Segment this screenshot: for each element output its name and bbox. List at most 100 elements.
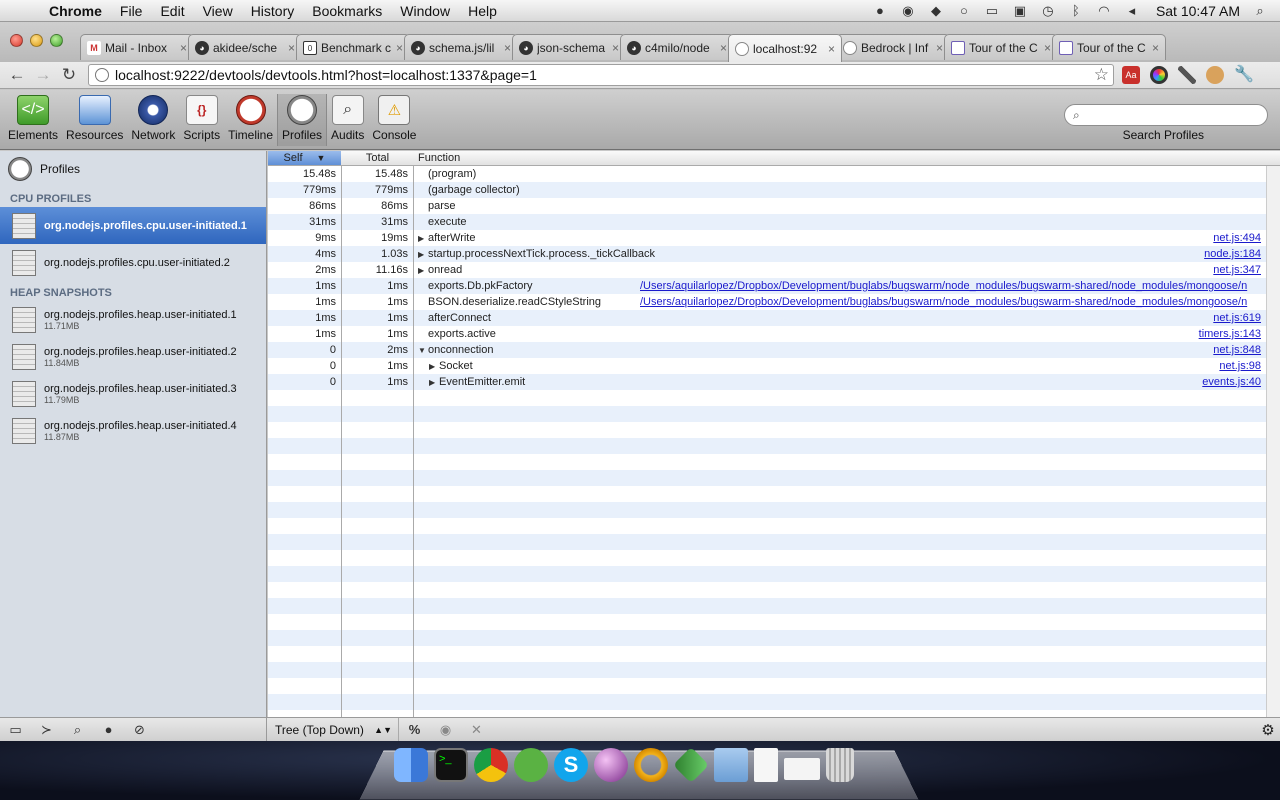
table-row[interactable]: 1ms 1ms afterConnect net.js:619 bbox=[268, 310, 1266, 326]
disclosure-triangle-icon[interactable]: ▶ bbox=[418, 263, 428, 279]
tab-close-icon[interactable]: × bbox=[828, 42, 835, 56]
window-close-button[interactable] bbox=[10, 34, 23, 47]
table-row[interactable]: 9ms 19ms ▶ afterWrite net.js:494 bbox=[268, 230, 1266, 246]
browser-tab[interactable]: Tour of the C × bbox=[1052, 34, 1166, 60]
browser-tab[interactable]: ◕ c4milo/node × bbox=[620, 34, 734, 60]
panel-scripts-button[interactable]: {} Scripts bbox=[179, 94, 224, 146]
wifi-icon[interactable]: ◠ bbox=[1096, 3, 1112, 18]
panel-console-button[interactable]: ⚠ Console bbox=[368, 94, 420, 146]
browser-tab[interactable]: localhost:92 × bbox=[728, 34, 842, 62]
disclosure-triangle-icon[interactable]: ▶ bbox=[418, 247, 428, 263]
browser-tab[interactable]: ◕ schema.js/lil × bbox=[404, 34, 518, 60]
cpu-profile-item[interactable]: org.nodejs.profiles.cpu.user-initiated.1 bbox=[0, 207, 266, 244]
blank-window-icon[interactable] bbox=[784, 758, 820, 780]
grid-vertical-scrollbar[interactable] bbox=[1266, 166, 1280, 717]
tab-close-icon[interactable]: × bbox=[936, 41, 943, 55]
volume-icon[interactable]: ◂ bbox=[1124, 3, 1140, 18]
menu-chrome[interactable]: Chrome bbox=[40, 3, 111, 19]
column-header-total[interactable]: Total bbox=[342, 152, 413, 164]
heap-snapshot-item[interactable]: org.nodejs.profiles.heap.user-initiated.… bbox=[0, 338, 266, 375]
console-toggle-icon[interactable]: ≻ bbox=[31, 719, 62, 741]
tab-close-icon[interactable]: × bbox=[180, 41, 187, 55]
focus-eye-icon[interactable]: ◉ bbox=[430, 719, 461, 741]
menu-bookmarks[interactable]: Bookmarks bbox=[303, 3, 391, 19]
address-url[interactable]: localhost:9222/devtools/devtools.html?ho… bbox=[115, 67, 1094, 83]
dock-toggle-icon[interactable]: ▭ bbox=[0, 719, 31, 741]
source-link[interactable]: net.js:848 bbox=[1213, 342, 1261, 358]
skype-icon[interactable]: S bbox=[554, 748, 588, 782]
table-row[interactable]: 2ms 11.16s ▶ onread net.js:347 bbox=[268, 262, 1266, 278]
menu-view[interactable]: View bbox=[194, 3, 242, 19]
display-icon[interactable]: ▣ bbox=[1012, 3, 1028, 18]
source-link[interactable]: events.js:40 bbox=[1202, 374, 1261, 390]
percent-toggle-button[interactable]: % bbox=[399, 719, 430, 741]
chat-bubble-icon[interactable]: ○ bbox=[956, 3, 972, 18]
table-row[interactable]: 1ms 1ms BSON.deserialize.readCStyleString /… bbox=[268, 294, 1266, 310]
menu-clock[interactable]: Sat 10:47 AM bbox=[1156, 3, 1240, 19]
panel-resources-button[interactable]: Resources bbox=[62, 94, 127, 146]
column-header-function[interactable]: Function bbox=[418, 152, 460, 164]
profiles-root-item[interactable]: Profiles bbox=[0, 151, 266, 187]
trash-icon[interactable] bbox=[826, 748, 854, 782]
search-profiles-box[interactable]: ⌕ bbox=[1064, 104, 1268, 126]
table-row[interactable]: 31ms 31ms execute bbox=[268, 214, 1266, 230]
spotlight-search-icon[interactable]: ⌕ bbox=[1252, 3, 1268, 18]
back-button[interactable]: ← bbox=[4, 65, 30, 85]
source-link[interactable]: /Users/aquilarlopez/Dropbox/Development/… bbox=[640, 278, 1266, 294]
app-ring-icon[interactable] bbox=[634, 748, 668, 782]
evernote-icon[interactable]: ● bbox=[872, 3, 888, 18]
column-header-self[interactable]: Self ▼ bbox=[268, 151, 341, 165]
search-profiles-input[interactable] bbox=[1083, 106, 1267, 124]
tab-close-icon[interactable]: × bbox=[612, 41, 619, 55]
source-link[interactable]: net.js:347 bbox=[1213, 262, 1261, 278]
table-row[interactable]: 1ms 1ms exports.Db.pkFactory/Users/aquilar… bbox=[268, 278, 1266, 294]
terminal-icon[interactable]: >_ bbox=[434, 748, 468, 782]
search-icon[interactable]: ⌕ bbox=[62, 719, 93, 741]
tab-close-icon[interactable]: × bbox=[1152, 41, 1159, 55]
panel-profiles-button[interactable]: Profiles bbox=[277, 94, 328, 146]
table-row[interactable]: 15.48s 15.48s (program) bbox=[268, 166, 1266, 182]
panel-elements-button[interactable]: </> Elements bbox=[4, 94, 62, 146]
adium-icon[interactable] bbox=[514, 748, 548, 782]
dropbox-icon[interactable]: ◆ bbox=[928, 3, 944, 18]
tab-close-icon[interactable]: × bbox=[720, 41, 727, 55]
table-row[interactable]: 0 2ms ▼ onconnection net.js:848 bbox=[268, 342, 1266, 358]
app-ball-icon[interactable] bbox=[594, 748, 628, 782]
heap-snapshot-item[interactable]: org.nodejs.profiles.heap.user-initiated.… bbox=[0, 375, 266, 412]
window-zoom-button[interactable] bbox=[50, 34, 63, 47]
menu-help[interactable]: Help bbox=[459, 3, 506, 19]
finder-icon[interactable] bbox=[394, 748, 428, 782]
time-machine-icon[interactable]: ◷ bbox=[1040, 3, 1056, 18]
clear-profiles-icon[interactable]: ⊘ bbox=[124, 719, 155, 741]
panel-audits-button[interactable]: ⌕ Audits bbox=[327, 94, 368, 146]
settings-gear-icon[interactable]: ⚙ bbox=[1256, 721, 1280, 739]
source-link[interactable]: node.js:184 bbox=[1204, 246, 1261, 262]
disclosure-triangle-icon[interactable]: ▶ bbox=[418, 231, 428, 247]
browser-tab[interactable]: Bedrock | Inf × bbox=[836, 34, 950, 60]
table-row[interactable]: 86ms 86ms parse bbox=[268, 198, 1266, 214]
record-profile-icon[interactable]: ● bbox=[93, 719, 124, 741]
disclosure-triangle-icon[interactable]: ▶ bbox=[429, 375, 439, 391]
panel-timeline-button[interactable]: Timeline bbox=[224, 94, 277, 146]
source-link[interactable]: timers.js:143 bbox=[1199, 326, 1261, 342]
panel-network-button[interactable]: Network bbox=[127, 94, 179, 146]
heap-snapshot-item[interactable]: org.nodejs.profiles.heap.user-initiated.… bbox=[0, 412, 266, 449]
eyedropper-extension-icon[interactable] bbox=[1178, 66, 1196, 84]
reload-button[interactable]: ↻ bbox=[56, 65, 82, 85]
table-row[interactable]: 4ms 1.03s ▶ startup.processNextTick.process… bbox=[268, 246, 1266, 262]
browser-tab[interactable]: 0 Benchmark c × bbox=[296, 34, 410, 60]
menu-edit[interactable]: Edit bbox=[151, 3, 193, 19]
menu-window[interactable]: Window bbox=[391, 3, 459, 19]
window-minimize-button[interactable] bbox=[30, 34, 43, 47]
color-picker-extension-icon[interactable] bbox=[1150, 66, 1168, 84]
pdf-extension-icon[interactable]: Aa bbox=[1122, 66, 1140, 84]
browser-tab[interactable]: Tour of the C × bbox=[944, 34, 1058, 60]
view-mode-select[interactable]: Tree (Top Down) ▲▼ bbox=[267, 717, 399, 742]
table-row[interactable]: 0 1ms ▶ Socket net.js:98 bbox=[268, 358, 1266, 374]
battery-icon[interactable]: ▭ bbox=[984, 3, 1000, 18]
source-link[interactable]: net.js:98 bbox=[1219, 358, 1261, 374]
vim-icon[interactable] bbox=[672, 746, 710, 784]
source-link[interactable]: net.js:494 bbox=[1213, 230, 1261, 246]
table-row[interactable]: 1ms 1ms exports.active timers.js:143 bbox=[268, 326, 1266, 342]
document-icon[interactable] bbox=[754, 748, 778, 782]
